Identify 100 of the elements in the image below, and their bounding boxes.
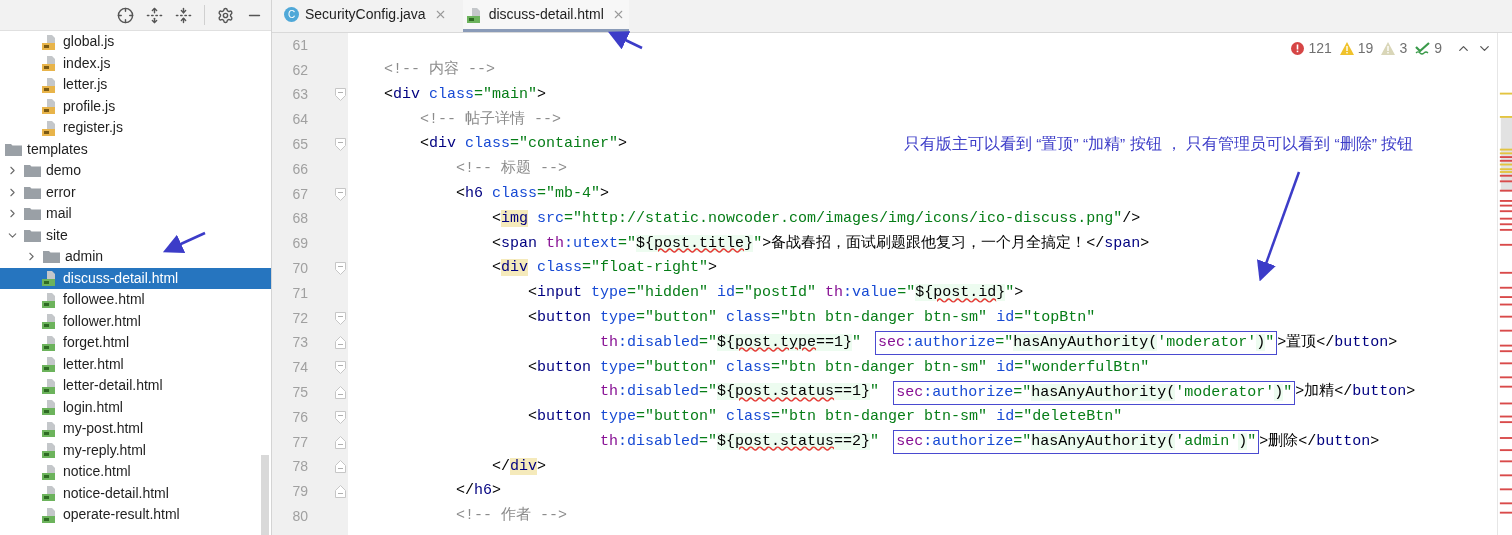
tree-item[interactable]: operate-result.html bbox=[0, 504, 271, 526]
markup-file-icon bbox=[42, 270, 58, 287]
fold-marker-icon[interactable] bbox=[335, 410, 346, 424]
fold-marker-icon[interactable] bbox=[335, 336, 346, 350]
script-file-icon bbox=[42, 33, 58, 50]
markup-file-icon bbox=[42, 506, 58, 523]
tree-item[interactable]: register.js bbox=[0, 117, 271, 139]
line-number: 68 bbox=[291, 209, 308, 229]
collapse-all-icon[interactable] bbox=[175, 6, 192, 24]
markup-file-icon bbox=[466, 6, 483, 23]
markup-file-icon bbox=[42, 399, 58, 416]
folder-icon bbox=[24, 207, 41, 221]
code-line: </div> bbox=[492, 456, 547, 477]
line-number: 64 bbox=[291, 110, 308, 130]
line-number: 69 bbox=[291, 234, 308, 254]
folder-icon bbox=[24, 228, 41, 242]
line-number: 80 bbox=[291, 507, 308, 527]
markup-file-icon bbox=[42, 420, 58, 437]
line-number: 70 bbox=[291, 259, 308, 279]
tree-item[interactable]: my-post.html bbox=[0, 418, 271, 440]
inspection-count: 3 bbox=[1399, 39, 1408, 58]
fold-marker-icon[interactable] bbox=[335, 138, 346, 152]
folder-icon bbox=[5, 142, 22, 156]
inspection-count: 9 bbox=[1434, 39, 1442, 58]
fold-marker-icon[interactable] bbox=[335, 311, 346, 325]
line-number: 78 bbox=[291, 457, 308, 477]
fold-marker-icon[interactable] bbox=[335, 262, 346, 276]
tree-item[interactable]: my-reply.html bbox=[0, 439, 271, 461]
tree-item[interactable]: letter.html bbox=[0, 353, 271, 375]
class-icon: C bbox=[284, 7, 299, 22]
tree-item[interactable]: notice-detail.html bbox=[0, 482, 271, 504]
line-number: 71 bbox=[291, 283, 308, 303]
tree-item[interactable]: notice.html bbox=[0, 461, 271, 483]
code-line: <!-- 标题 --> bbox=[456, 159, 567, 180]
fold-marker-icon[interactable] bbox=[335, 361, 346, 375]
tree-item[interactable]: followee.html bbox=[0, 289, 271, 311]
fold-marker-icon[interactable] bbox=[335, 88, 346, 102]
tree-item[interactable]: index.js bbox=[0, 52, 271, 74]
code-line: <img src="http://static.nowcoder.com/images/img/icons/ico-discuss.png"/> bbox=[492, 208, 1141, 229]
tree-item[interactable]: admin bbox=[0, 246, 271, 268]
code-line: <button type="button" class="btn btn-danger btn-sm" id="deleteBtn" bbox=[528, 407, 1123, 428]
tree-item[interactable]: site bbox=[0, 224, 271, 246]
tree-item[interactable]: global.js bbox=[0, 31, 271, 53]
tree-item[interactable]: discuss-detail.html bbox=[0, 267, 271, 289]
fold-marker-icon[interactable] bbox=[335, 386, 346, 400]
tree-item[interactable]: letter.js bbox=[0, 74, 271, 96]
highlight-box: sec:authorize="hasAnyAuthority('admin')" bbox=[893, 430, 1260, 455]
expand-all-icon[interactable] bbox=[146, 6, 163, 24]
tree-item[interactable]: letter-detail.html bbox=[0, 375, 271, 397]
tree-item[interactable]: login.html bbox=[0, 396, 271, 418]
tree-item[interactable]: demo bbox=[0, 160, 271, 182]
arrow bbox=[608, 31, 643, 50]
code-line: <!-- 内容 --> bbox=[384, 59, 495, 80]
editor-tab[interactable]: discuss-detail.html bbox=[462, 0, 629, 32]
markup-file-icon bbox=[42, 313, 58, 330]
warning-icon bbox=[1381, 42, 1396, 55]
inspection-count: 121 bbox=[1308, 39, 1332, 58]
markup-file-icon bbox=[42, 334, 58, 351]
fold-marker-icon[interactable] bbox=[335, 460, 346, 474]
code-line: <div class="container"> bbox=[420, 134, 628, 155]
line-number: 74 bbox=[291, 358, 308, 378]
inspection-count: 19 bbox=[1357, 39, 1374, 58]
code-line: </h6> bbox=[456, 481, 502, 502]
script-file-icon bbox=[42, 76, 58, 93]
tree-item[interactable]: error bbox=[0, 181, 271, 203]
check-icon bbox=[1415, 42, 1431, 55]
locate-icon[interactable] bbox=[117, 6, 134, 24]
scrollbar-thumb[interactable] bbox=[261, 455, 269, 535]
script-file-icon bbox=[42, 98, 58, 115]
line-number: 65 bbox=[291, 135, 308, 155]
line-number: 66 bbox=[291, 159, 308, 179]
annotation-text: 只有版主可以看到 “置顶” “加精” 按钮 ， 只有管理员可以看到 “删除” 按钮 bbox=[904, 134, 1414, 154]
folder-icon bbox=[24, 164, 41, 178]
code-line: <!-- 作者 --> bbox=[456, 505, 567, 527]
line-number: 63 bbox=[291, 85, 308, 105]
code-line: <button type="button" class="btn btn-danger btn-sm" id="topBtn" bbox=[528, 307, 1096, 328]
tree-item[interactable]: templates bbox=[0, 138, 271, 160]
code-line: <div class="main"> bbox=[384, 84, 547, 105]
tree-item[interactable]: forget.html bbox=[0, 332, 271, 354]
folder-icon bbox=[43, 250, 60, 264]
settings-icon[interactable] bbox=[217, 6, 234, 24]
tree-item[interactable]: follower.html bbox=[0, 310, 271, 332]
fold-marker-icon[interactable] bbox=[335, 485, 346, 499]
code-text: >置顶</button> bbox=[1277, 332, 1398, 353]
code-line: <div class="float-right"> bbox=[492, 258, 718, 279]
line-number: 79 bbox=[291, 482, 308, 502]
editor-tab[interactable]: C SecurityConfig.java bbox=[280, 0, 451, 32]
code-line: <span th:utext="${post.title}">备战春招，面试刷题跟他复习，一个月全搞定！</span> bbox=[492, 233, 1150, 254]
tree-item[interactable]: mail bbox=[0, 203, 271, 225]
highlight-box: sec:authorize="hasAnyAuthority('moderator')" bbox=[875, 330, 1278, 355]
markup-file-icon bbox=[42, 442, 58, 459]
tree-item[interactable]: profile.js bbox=[0, 95, 271, 117]
highlight-box: sec:authorize="hasAnyAuthority('moderator')" bbox=[893, 380, 1296, 405]
fold-marker-icon[interactable] bbox=[335, 187, 346, 201]
fold-marker-icon[interactable] bbox=[335, 435, 346, 449]
folder-icon bbox=[24, 185, 41, 199]
line-number: 73 bbox=[291, 333, 308, 353]
line-number: 77 bbox=[291, 432, 308, 452]
markup-file-icon bbox=[42, 356, 58, 373]
markup-file-icon bbox=[42, 291, 58, 308]
